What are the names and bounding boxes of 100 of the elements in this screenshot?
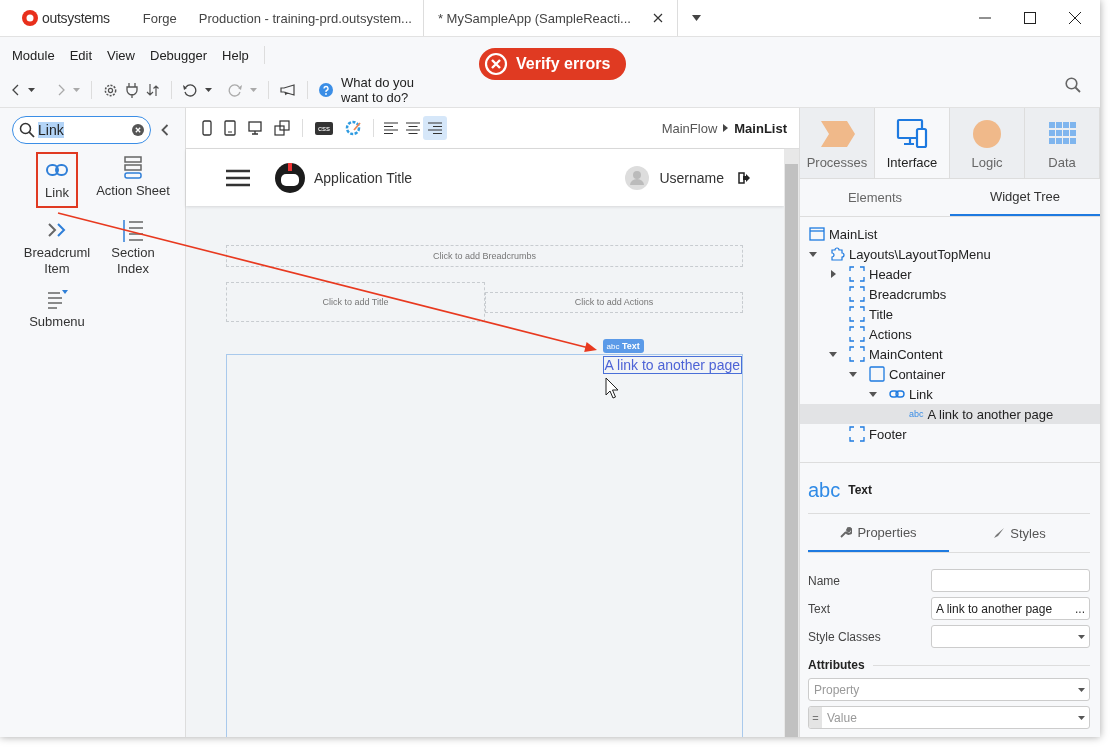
tree-item[interactable]: Link [800,384,1100,404]
title-placeholder[interactable]: Click to add Title [226,282,485,322]
wrench-icon [840,526,853,538]
panel-tab[interactable]: Widget Tree [950,179,1100,216]
properties-tab[interactable]: Properties [808,514,949,552]
tree-item[interactable]: MainContent [800,344,1100,364]
field-label: Style Classes [808,629,882,644]
undo-icon[interactable] [183,83,197,97]
placeholder-icon [849,286,865,302]
sort-icon[interactable] [146,83,160,97]
logo-icon [22,10,38,26]
maximize-icon[interactable] [1024,12,1036,24]
layer-tab[interactable]: Data [1025,108,1100,178]
color-wheel-icon[interactable] [345,120,361,136]
more-button[interactable]: ... [1075,601,1085,616]
align-center-icon [406,122,420,134]
section-heading: Attributes [808,658,865,672]
tablet-icon[interactable] [224,120,236,136]
settings-icon[interactable] [103,82,118,98]
caret-icon[interactable] [809,250,817,258]
brush-icon [993,527,1006,539]
dropdown-icon[interactable] [691,15,701,21]
desktop-icon[interactable] [248,121,262,135]
avatar-icon [625,165,650,190]
app-title: Application Title [314,169,413,186]
close-icon[interactable] [1069,12,1081,24]
menu-item[interactable]: Debugger [150,47,208,63]
caret-icon[interactable] [28,88,35,92]
tree-item[interactable]: Layouts\LayoutTopMenu [800,244,1100,264]
verify-errors-button[interactable]: Verify errors [479,48,627,80]
tree-item[interactable]: Container [800,364,1100,384]
widget-type-icon: abc [808,478,841,502]
input-field[interactable] [931,625,1090,648]
align-left-icon [384,122,398,134]
caret-icon[interactable] [205,88,212,92]
caret-icon [1078,634,1085,639]
widget-item[interactable]: Link [36,152,78,208]
robot-logo-icon [274,161,306,194]
widget-item[interactable]: Submenu [19,287,95,330]
logo-text: outsystems [42,10,110,26]
caret-icon[interactable] [869,390,877,398]
window-icon [809,226,825,242]
phone-icon[interactable] [202,120,212,136]
tree-item[interactable]: Actions [800,324,1100,344]
widget-item[interactable]: Action Sheet [95,156,171,208]
tree-item[interactable]: Footer [800,424,1100,444]
align-button[interactable] [423,116,447,140]
caret-icon[interactable] [849,370,857,378]
caret-icon [1078,715,1085,720]
collapse-icon[interactable] [161,124,169,136]
caret-icon [1078,687,1085,692]
document-tab[interactable]: Forge [131,0,188,36]
field-label: Name [808,573,841,588]
close-icon[interactable] [652,13,663,23]
list-icon [121,218,145,242]
help-icon[interactable] [319,83,333,97]
menu-item[interactable]: Module [12,47,55,63]
layer-tab[interactable]: Logic [950,108,1025,178]
back-icon[interactable] [12,84,20,96]
search-icon[interactable] [1065,77,1081,93]
widget-type-title: Text [848,483,873,497]
breadcrumbs-placeholder[interactable]: Click to add Breadcrumbs [226,245,743,267]
breadcrumb-current: MainList [734,120,787,136]
document-tab[interactable]: Production - training-prd.outsystem... [187,0,423,36]
menu-icon[interactable] [226,168,250,187]
css-icon[interactable]: css [315,121,333,135]
panel-tab[interactable]: Elements [800,179,950,216]
tree-item[interactable]: Breadcrumbs [800,284,1100,304]
breadcrumb-link[interactable]: MainFlow [661,120,718,136]
placeholder-icon [849,346,865,362]
rotate-icon[interactable] [274,120,290,136]
cursor-icon [605,377,619,399]
document-tab[interactable]: * MySampleApp (SampleReacti... [422,0,678,36]
menu-item[interactable]: View [107,47,135,63]
widget-item[interactable]: Section Index [95,218,171,277]
plug-icon[interactable] [126,82,138,98]
tree-item[interactable]: abc A link to another page [800,404,1100,424]
caret-icon[interactable] [829,350,837,358]
separator-icon [723,124,729,132]
menu-item[interactable]: Edit [69,47,93,63]
link-text[interactable]: A link to another page [602,356,742,374]
tree-item[interactable]: MainList [800,224,1100,244]
help-prompt[interactable]: What do you want to do? [341,75,441,105]
megaphone-icon[interactable] [280,84,296,96]
input-field[interactable]: A link to another page ... [931,597,1090,620]
menu-item[interactable]: Help [222,47,249,63]
search-field[interactable]: Link [12,116,151,144]
actions-placeholder[interactable]: Click to add Actions [485,291,743,313]
tree-item[interactable]: Title [800,304,1100,324]
dropdown-field[interactable]: = Value [808,706,1090,729]
logout-icon[interactable] [738,171,750,184]
scrollbar[interactable] [784,149,799,737]
caret-icon[interactable] [829,270,837,278]
align-right-icon [428,122,442,134]
layer-tab[interactable]: Processes [800,108,875,178]
tree-item[interactable]: Header [800,264,1100,284]
clear-icon[interactable] [132,124,144,136]
widget-item[interactable]: Breadcruml Item [19,218,95,277]
properties-tab[interactable]: Styles [949,514,1090,552]
input-field[interactable] [931,569,1090,592]
